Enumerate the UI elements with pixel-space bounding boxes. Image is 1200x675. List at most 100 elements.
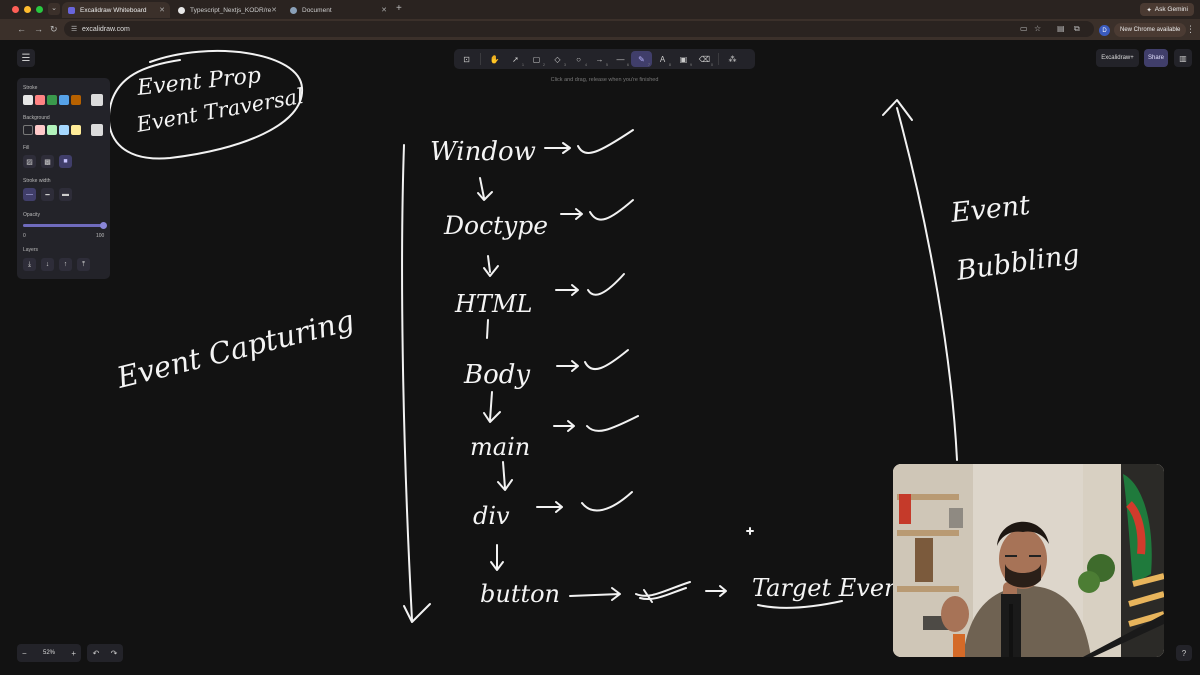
draw-tool[interactable]: ✎ 7 <box>631 51 652 67</box>
opacity-min: 0 <box>23 233 26 239</box>
fill-hachure-button[interactable]: ▨ <box>23 155 36 168</box>
background-color-pink[interactable] <box>35 125 45 135</box>
line-icon: — <box>616 54 625 64</box>
hand-icon: ✋ <box>489 54 500 64</box>
diamond-tool[interactable]: ◇ 3 <box>547 51 568 68</box>
capturing-arrow-line <box>401 144 413 621</box>
circle-icon: ○ <box>576 54 581 64</box>
stroke-color-orange[interactable] <box>71 95 81 105</box>
send-backward-button[interactable]: ↓ <box>41 258 54 271</box>
stroke-width-thin-button[interactable]: — <box>23 188 36 201</box>
share-button[interactable]: Share <box>1144 49 1168 67</box>
stroke-width-extra-bold-button[interactable]: ▬ <box>59 188 72 201</box>
excalidraw-plus-button[interactable]: Excalidraw+ <box>1096 49 1139 67</box>
check-icon <box>584 349 629 371</box>
target-event-label: Target Event <box>752 574 910 602</box>
chain-arrow-window <box>544 142 571 154</box>
redo-button[interactable]: ↷ <box>111 649 118 658</box>
zoom-controls: − 52% + <box>17 644 81 662</box>
zoom-level[interactable]: 52% <box>43 650 55 656</box>
library-button[interactable]: ▥ <box>1174 49 1192 67</box>
stroke-color-current[interactable] <box>91 94 103 106</box>
arrow-tool[interactable]: → 5 <box>589 51 610 68</box>
zoom-out-button[interactable]: − <box>22 649 27 658</box>
image-tool[interactable]: ▣ 9 <box>673 51 694 68</box>
down-arrow <box>497 461 513 491</box>
stroke-label: Stroke <box>23 85 38 91</box>
check-icon <box>577 129 634 154</box>
send-to-back-button[interactable]: ⤓ <box>23 258 36 271</box>
check-icon <box>589 199 634 221</box>
shape-toolbar: ⊡ ✋ ➚ 1 ▢ 2 ◇ 3 ○ 4 → 5 —6 ✎ 7 A8 ▣ 9 ⌫ 0 ⁂ <box>454 49 755 69</box>
layers-label: Layers <box>23 247 39 253</box>
hand-tool[interactable]: ✋ <box>484 51 505 67</box>
lock-icon: ⊡ <box>463 54 470 64</box>
opacity-label: Opacity <box>23 212 40 218</box>
eraser-icon: ⌫ <box>698 54 711 64</box>
shapes-icon: ⁂ <box>728 54 737 64</box>
opacity-slider-fill <box>23 224 104 227</box>
chain-arrow-button <box>569 587 621 601</box>
background-color-transparent[interactable] <box>23 125 33 135</box>
background-color-yellow[interactable] <box>71 125 81 135</box>
rectangle-tool[interactable]: ▢ 2 <box>526 51 547 68</box>
chain-item-body: Body <box>463 360 530 390</box>
pencil-icon: ✎ <box>638 54 645 64</box>
chain-arrow-body <box>556 360 579 372</box>
extra-tools-button[interactable]: ⁂ <box>722 51 743 67</box>
chain-item-doctype: Doctype <box>443 211 548 240</box>
down-line <box>486 319 489 339</box>
browser-window: ⌄ Excalidraw Whiteboard ✕ Typescript_Nex… <box>0 0 1200 675</box>
chain-arrow-main <box>553 420 575 432</box>
toolbar-divider <box>718 53 719 65</box>
stroke-color-blue[interactable] <box>59 95 69 105</box>
down-arrow <box>490 544 504 571</box>
library-icon: ▥ <box>1179 53 1187 63</box>
zoom-in-button[interactable]: + <box>71 649 76 658</box>
help-button[interactable]: ? <box>1176 645 1192 661</box>
stroke-width-label: Stroke width <box>23 178 51 184</box>
chain-arrow-html <box>555 284 579 296</box>
chain-item-button: button <box>480 580 560 608</box>
stroke-color-white[interactable] <box>23 95 33 105</box>
presenter-video <box>893 464 1164 657</box>
stroke-color-red[interactable] <box>35 95 45 105</box>
cursor-crosshair-icon <box>746 527 754 535</box>
selection-tool[interactable]: ➚ 1 <box>505 51 526 68</box>
arrow-icon: → <box>595 54 604 64</box>
text-tool[interactable]: A8 <box>652 51 673 68</box>
background-color-blue[interactable] <box>59 125 69 135</box>
bring-to-front-button[interactable]: ⤒ <box>77 258 90 271</box>
chain-arrow-target <box>705 585 727 597</box>
chain-arrow-div <box>536 501 563 513</box>
square-icon: ▢ <box>532 54 541 64</box>
bubbling-label-line1: Event <box>948 190 1031 229</box>
tool-hint: Click and drag, release when you're fini… <box>550 77 659 83</box>
stroke-width-bold-button[interactable]: ━ <box>41 188 54 201</box>
image-icon: ▣ <box>679 54 688 64</box>
opacity-slider-handle[interactable] <box>100 222 107 229</box>
opacity-slider[interactable] <box>23 224 104 227</box>
fill-crosshatch-button[interactable]: ▩ <box>41 155 54 168</box>
chain-item-main: main <box>470 433 530 461</box>
lock-tool[interactable]: ⊡ <box>456 51 477 67</box>
fill-solid-button[interactable]: ■ <box>59 155 72 168</box>
pointer-icon: ➚ <box>512 54 519 64</box>
line-tool[interactable]: —6 <box>610 51 631 68</box>
background-color-green[interactable] <box>47 125 57 135</box>
capturing-arrowhead <box>403 603 431 623</box>
background-color-current[interactable] <box>91 124 103 136</box>
capturing-label: Event Capturing <box>112 303 357 395</box>
stroke-color-green[interactable] <box>47 95 57 105</box>
ellipse-tool[interactable]: ○ 4 <box>568 51 589 68</box>
undo-button[interactable]: ↶ <box>93 649 100 658</box>
opacity-max: 100 <box>96 233 105 239</box>
down-arrow <box>477 177 493 201</box>
main-menu-button[interactable]: ☰ <box>17 49 35 67</box>
eraser-tool[interactable]: ⌫ 0 <box>694 51 715 68</box>
diamond-icon: ◇ <box>554 54 561 64</box>
toolbar-divider <box>480 53 481 65</box>
down-arrow <box>483 255 499 277</box>
chain-item-html: HTML <box>454 290 532 318</box>
bring-forward-button[interactable]: ↑ <box>59 258 72 271</box>
